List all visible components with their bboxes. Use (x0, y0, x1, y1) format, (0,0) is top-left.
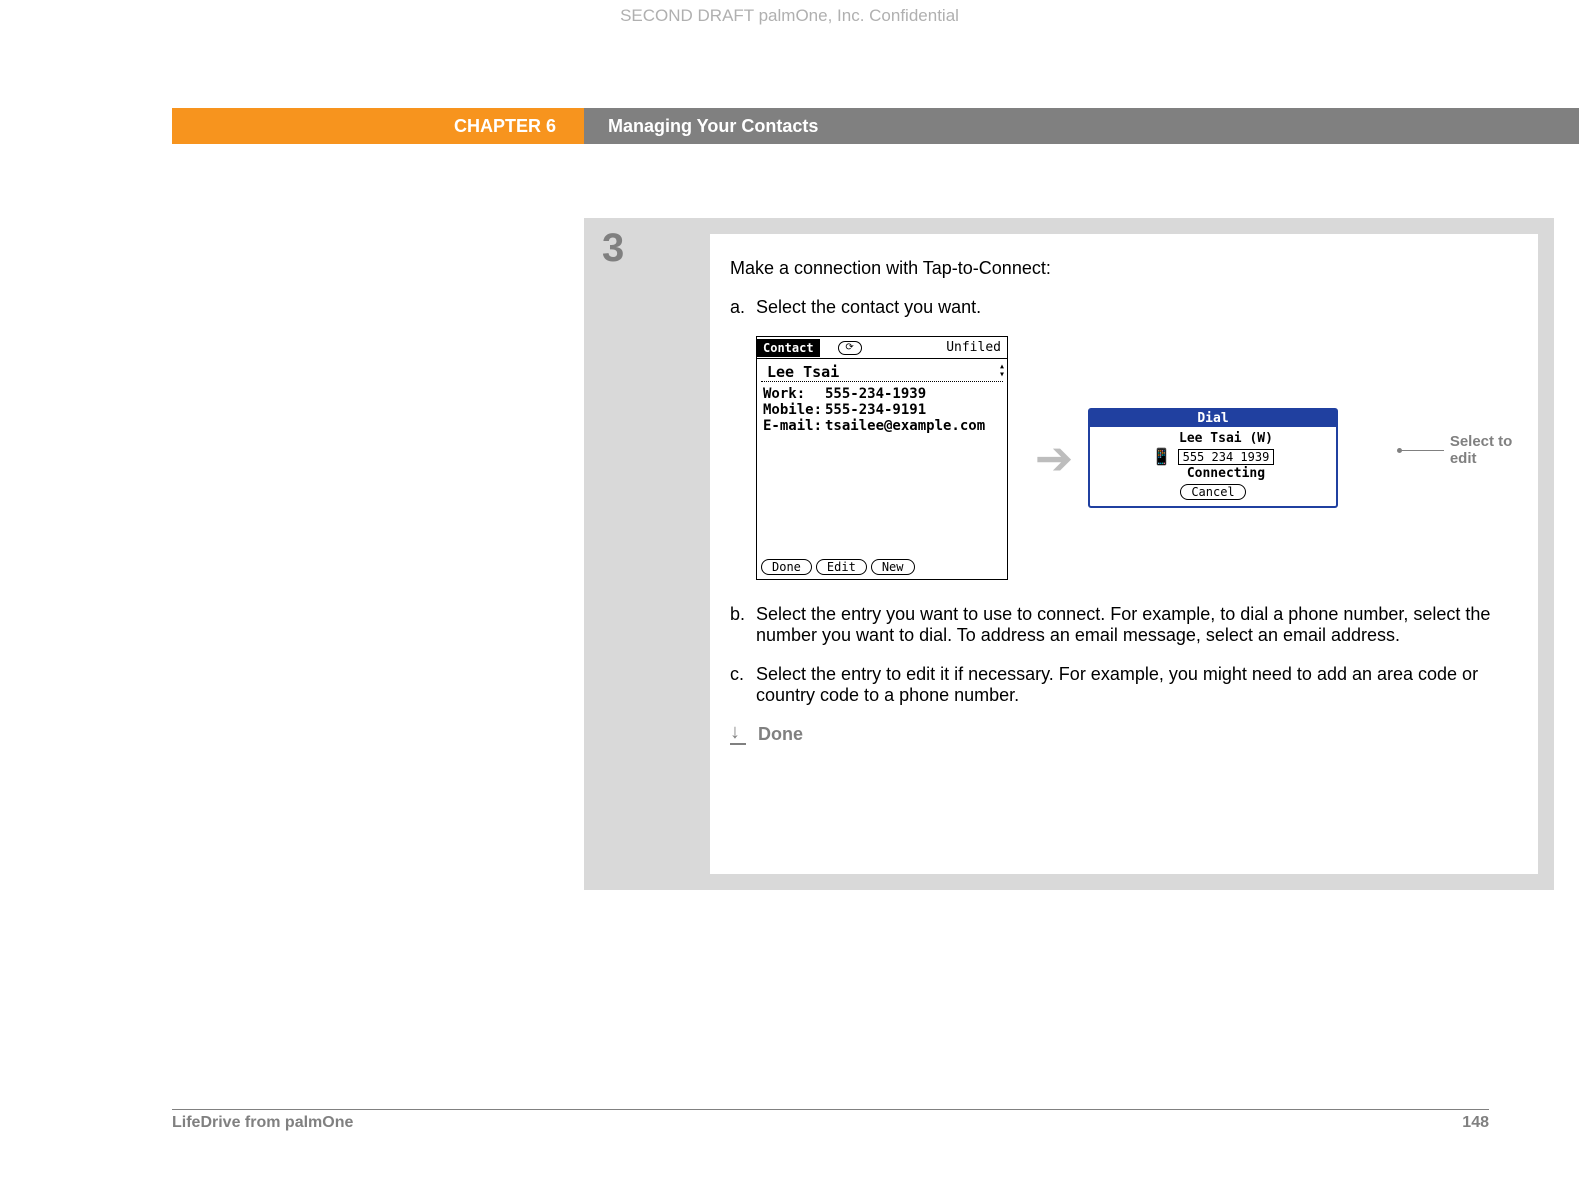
contact-card: Contact ⟳ Unfiled Lee Tsai Work: 555-234… (756, 336, 1008, 580)
step-number: 3 (602, 226, 624, 271)
dial-title: Dial (1090, 410, 1336, 427)
field-label: Work: (763, 386, 825, 402)
dial-status: Connecting (1178, 466, 1275, 481)
dial-body: 📱 Lee Tsai (W) 555 234 1939 Connecting (1090, 427, 1336, 481)
field-value: tsailee@example.com (825, 418, 985, 434)
contact-name: Lee Tsai (761, 361, 1003, 382)
field-label: Mobile: (763, 402, 825, 418)
dial-card: Dial 📱 Lee Tsai (W) 555 234 1939 Connect… (1088, 408, 1338, 508)
field-value: 555-234-9191 (825, 402, 926, 418)
watermark-text: SECOND DRAFT palmOne, Inc. Confidential (0, 6, 1579, 26)
phone-icon: 📱 (1152, 447, 1172, 466)
edit-button[interactable]: Edit (816, 559, 867, 575)
scroll-indicator: ▴ ▾ (999, 363, 1005, 379)
contact-row: E-mail: tsailee@example.com (763, 418, 1001, 434)
substep-c-text: Select the entry to edit it if necessary… (756, 664, 1518, 706)
callout-line-icon (1400, 450, 1444, 451)
callout-text: Select to edit (1450, 433, 1518, 467)
substep-b-label: b. (730, 604, 756, 646)
step-container: 3 Make a connection with Tap-to-Connect:… (584, 218, 1554, 890)
dial-info: Lee Tsai (W) 555 234 1939 Connecting (1178, 431, 1275, 481)
bluetooth-icon: ⟳ (838, 341, 862, 355)
field-label: E-mail: (763, 418, 825, 434)
contact-fields: Work: 555-234-1939 Mobile: 555-234-9191 … (757, 384, 1007, 436)
done-arrow-icon (730, 725, 750, 745)
scroll-down-icon: ▾ (999, 371, 1005, 379)
substep-a-text: Select the contact you want. (756, 297, 1518, 318)
header-bar: CHAPTER 6 Managing Your Contacts (0, 108, 1579, 144)
done-row: Done (730, 724, 1518, 745)
contact-row: Mobile: 555-234-9191 (763, 402, 1001, 418)
substep-b: b. Select the entry you want to use to c… (730, 604, 1518, 646)
header-pad (0, 108, 172, 144)
footer: LifeDrive from palmOne 148 (172, 1109, 1489, 1132)
done-button[interactable]: Done (761, 559, 812, 575)
chapter-label: CHAPTER 6 (172, 108, 584, 144)
contact-title: Contact (757, 339, 820, 357)
done-label: Done (758, 724, 803, 745)
contact-row: Work: 555-234-1939 (763, 386, 1001, 402)
arrow-right-icon: ➔ (1026, 431, 1082, 485)
step-body: Make a connection with Tap-to-Connect: a… (710, 234, 1538, 874)
contact-titlebar: Contact ⟳ Unfiled (757, 337, 1007, 359)
contact-category: Unfiled (946, 340, 1007, 355)
substep-b-text: Select the entry you want to use to conn… (756, 604, 1518, 646)
cancel-button[interactable]: Cancel (1180, 484, 1245, 500)
callout: Select to edit (1400, 433, 1518, 467)
page-title: Managing Your Contacts (584, 108, 1579, 144)
substep-a-label: a. (730, 297, 756, 318)
footer-page: 148 (1462, 1114, 1489, 1132)
screens-row: Contact ⟳ Unfiled Lee Tsai Work: 555-234… (756, 336, 1518, 580)
step-intro: Make a connection with Tap-to-Connect: (730, 258, 1518, 279)
field-value: 555-234-1939 (825, 386, 926, 402)
new-button[interactable]: New (871, 559, 915, 575)
footer-product: LifeDrive from palmOne (172, 1114, 353, 1132)
substep-a: a. Select the contact you want. (730, 297, 1518, 318)
substep-c-label: c. (730, 664, 756, 706)
substep-c: c. Select the entry to edit it if necess… (730, 664, 1518, 706)
dial-number[interactable]: 555 234 1939 (1178, 449, 1275, 465)
dial-name: Lee Tsai (W) (1178, 431, 1275, 446)
contact-buttons: Done Edit New (761, 559, 915, 575)
